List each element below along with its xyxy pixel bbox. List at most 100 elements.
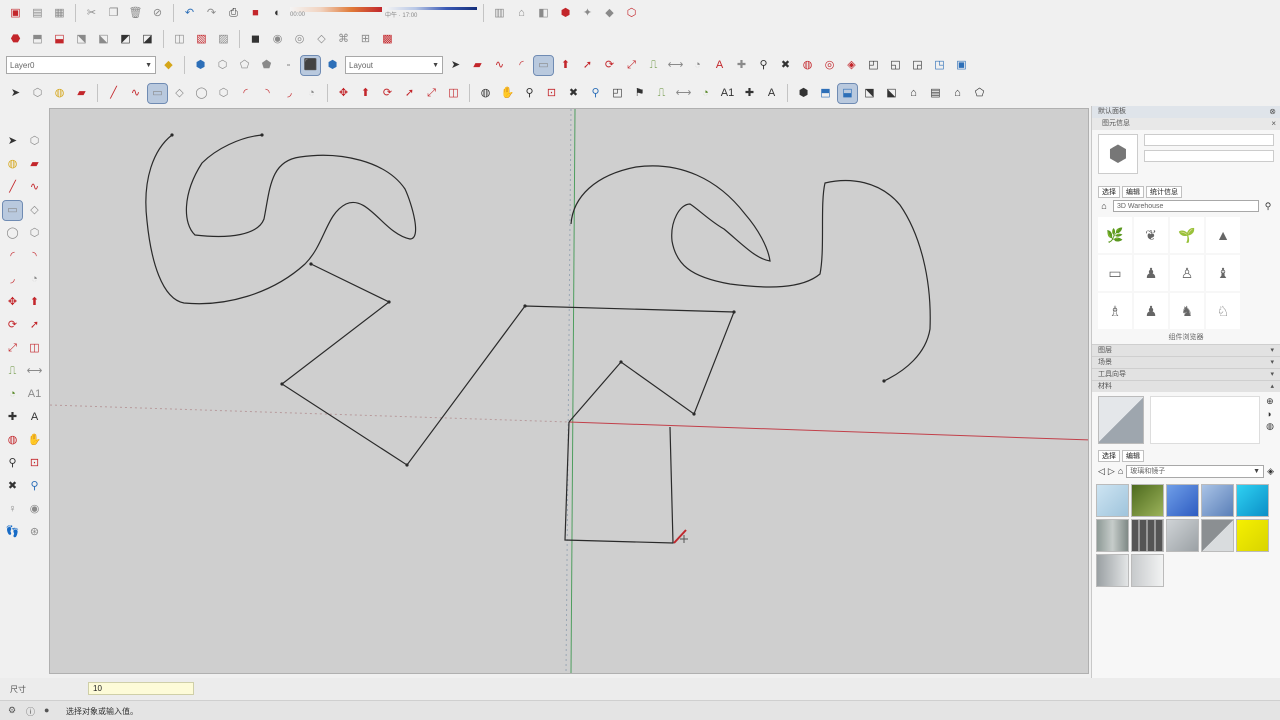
line-tool-icon[interactable]: ╱ — [104, 84, 123, 103]
offset-icon[interactable]: ◫ — [25, 339, 44, 358]
tape-tool-icon[interactable]: ⎍ — [652, 84, 671, 103]
scale-icon[interactable]: ⤢ — [3, 339, 22, 358]
style-builder-icon[interactable]: ⌘ — [334, 30, 353, 49]
back-edges-icon[interactable]: ◇ — [312, 30, 331, 49]
monochrome-icon[interactable]: ◎ — [290, 30, 309, 49]
zoom-icon[interactable]: ⚲ — [3, 454, 22, 473]
tape-measure-icon[interactable]: ⎍ — [3, 362, 22, 381]
front-icon[interactable]: ⬓ — [837, 82, 858, 104]
text-icon[interactable]: A1 — [25, 385, 44, 404]
style-mono-icon[interactable]: ⬛ — [300, 54, 321, 76]
select-tool-icon[interactable]: ➤ — [6, 84, 25, 103]
tape-measure-icon[interactable]: ⎍ — [644, 56, 663, 75]
material-swatch-glass-10[interactable] — [1236, 519, 1269, 552]
freehand-curve-right[interactable] — [570, 165, 931, 382]
iso-icon[interactable]: ⬢ — [794, 84, 813, 103]
share-model-icon[interactable]: ◆ — [600, 4, 619, 23]
rotate-icon[interactable]: ⟳ — [600, 56, 619, 75]
walk-icon[interactable]: ◱ — [886, 56, 905, 75]
dimension-tool-icon[interactable]: ⟷ — [674, 84, 693, 103]
materials-section[interactable]: 材料 ▴ — [1092, 380, 1280, 392]
style-hidden-icon[interactable]: ⬠ — [235, 56, 254, 75]
move-icon[interactable]: ✥ — [3, 293, 22, 312]
material-swatch-glass-12[interactable] — [1131, 554, 1164, 587]
freehand-icon[interactable]: ∿ — [25, 178, 44, 197]
pan-tool-icon[interactable]: ✋ — [498, 84, 517, 103]
dimension-icon[interactable]: ⟷ — [666, 56, 685, 75]
zoom-window-icon[interactable]: ⊡ — [542, 84, 561, 103]
tab-edit[interactable]: 编辑 — [1122, 186, 1144, 198]
material-swatch-glass-11[interactable] — [1096, 554, 1129, 587]
component-plant[interactable]: 🌿 — [1098, 217, 1132, 253]
rotate-tool-icon[interactable]: ⟳ — [378, 84, 397, 103]
freehand-icon[interactable]: ∿ — [490, 56, 509, 75]
material-swatch-glass-6[interactable] — [1096, 519, 1129, 552]
undo-icon[interactable]: ↶ — [180, 4, 199, 23]
section-fill-icon[interactable]: ⌂ — [512, 4, 531, 23]
bottom-view-icon[interactable]: ◪ — [138, 30, 157, 49]
style-xray-icon[interactable]: ⬢ — [191, 56, 210, 75]
two-point-arc-icon[interactable]: ◝ — [25, 247, 44, 266]
close-icon[interactable]: × — [1271, 118, 1276, 130]
select-icon[interactable]: ➤ — [3, 132, 22, 151]
style-combo[interactable]: Layout ▼ — [345, 56, 443, 74]
orbit-icon[interactable]: ◍ — [3, 431, 22, 450]
wireframe-icon[interactable]: ▧ — [192, 30, 211, 49]
offset-tool-icon[interactable]: ◫ — [444, 84, 463, 103]
previous-view-icon[interactable]: ⚲ — [25, 477, 44, 496]
text-tool-icon[interactable]: A — [710, 56, 729, 75]
material-swatch-glass-9[interactable] — [1201, 519, 1234, 552]
paint-bucket-icon[interactable]: ◍ — [1266, 421, 1274, 432]
component-person-2[interactable]: ♙ — [1170, 255, 1204, 291]
follow-me-tool-icon[interactable]: ➚ — [400, 84, 419, 103]
material-swatch-glass-2[interactable] — [1131, 484, 1164, 517]
extension-warehouse-icon[interactable]: ⬢ — [556, 4, 575, 23]
look-around-icon[interactable]: ◲ — [908, 56, 927, 75]
details-icon[interactable]: ◈ — [1267, 466, 1274, 477]
right-view-icon[interactable]: ⬔ — [72, 30, 91, 49]
layer-manager-icon[interactable]: ◆ — [159, 56, 178, 75]
rotate-icon[interactable]: ⟳ — [3, 316, 22, 335]
walk-icon[interactable]: 👣 — [3, 523, 22, 542]
zoom-extents-icon[interactable]: ✖ — [776, 56, 795, 75]
style-wire-icon[interactable]: ⬡ — [213, 56, 232, 75]
material-icon[interactable]: ◍ — [798, 56, 817, 75]
forward-icon[interactable]: ▷ — [1108, 466, 1115, 477]
left-view-icon[interactable]: ◩ — [116, 30, 135, 49]
tab-select[interactable]: 选择 — [1098, 186, 1120, 198]
section-cut-icon[interactable]: ◧ — [534, 4, 553, 23]
materials-tab-select[interactable]: 选择 — [1098, 450, 1120, 462]
materials-category-combo[interactable]: 玻璃和镜子 ▼ — [1126, 464, 1265, 478]
create-material-icon[interactable]: ⊕ — [1266, 396, 1274, 407]
zoom-icon[interactable]: ⚲ — [754, 56, 773, 75]
eraser-icon[interactable]: ▰ — [468, 56, 487, 75]
zigzag-polyline[interactable] — [280, 263, 735, 466]
material-swatch-glass-8[interactable] — [1166, 519, 1199, 552]
zoom-window-icon[interactable]: ⊡ — [25, 454, 44, 473]
entity-info-header[interactable]: 图元信息 × — [1092, 118, 1280, 130]
arc-icon[interactable]: ◜ — [3, 247, 22, 266]
credits-icon[interactable]: ⓘ — [26, 705, 35, 718]
roof-icon[interactable]: ⬠ — [970, 84, 989, 103]
sample-paint-icon[interactable]: ◑ — [1266, 409, 1274, 419]
make-component-icon[interactable]: ⬡ — [25, 132, 44, 151]
pan-icon[interactable]: ✋ — [25, 431, 44, 450]
cut-icon[interactable]: ✂ — [82, 4, 101, 23]
three-point-arc-icon[interactable]: ◞ — [3, 270, 22, 289]
scenes-section[interactable]: 场景 ▾ — [1092, 356, 1280, 368]
back-icon[interactable]: ◁ — [1098, 466, 1105, 477]
drawing-viewport[interactable] — [49, 108, 1089, 674]
axes-icon[interactable]: ✚ — [3, 408, 22, 427]
style-color-icon[interactable]: ⬢ — [323, 56, 342, 75]
copy-icon[interactable]: ❐ — [104, 4, 123, 23]
component-person-5[interactable]: ♟ — [1134, 293, 1168, 329]
shadow-toggle-icon[interactable]: ◐ — [268, 4, 287, 23]
home-icon[interactable]: ⌂ — [948, 84, 967, 103]
print-icon[interactable]: ⎙ — [224, 4, 243, 23]
material-name-field[interactable] — [1150, 396, 1261, 444]
rectangle-tool-icon[interactable]: ▭ — [147, 82, 168, 104]
model-info-icon[interactable]: ■ — [246, 4, 265, 23]
terrain-icon[interactable]: ▩ — [378, 30, 397, 49]
freehand-tool-icon[interactable]: ∿ — [126, 84, 145, 103]
material-swatch-glass-5[interactable] — [1236, 484, 1269, 517]
